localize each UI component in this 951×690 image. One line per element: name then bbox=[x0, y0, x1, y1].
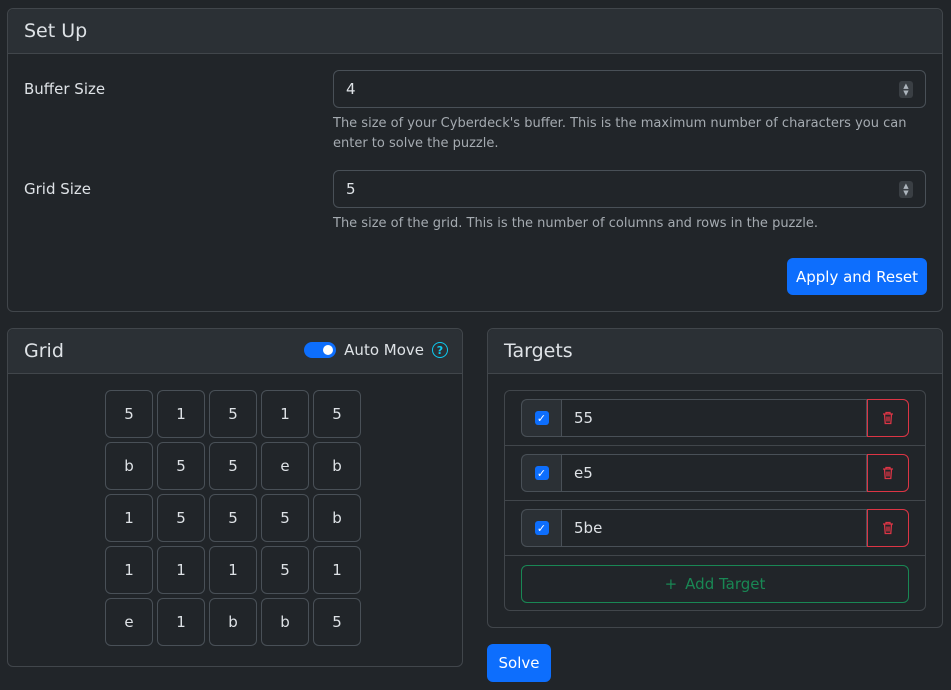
buffer-size-help: The size of your Cyberdeck's buffer. Thi… bbox=[333, 116, 907, 151]
target-enable-checkbox[interactable]: ✓ bbox=[521, 399, 561, 437]
target-input[interactable]: 55 bbox=[561, 399, 867, 437]
grid-cell[interactable]: b bbox=[313, 494, 361, 542]
grid-size-value: 5 bbox=[346, 180, 356, 198]
grid-size-stepper[interactable]: ▲ ▼ bbox=[899, 181, 913, 198]
grid-cell[interactable]: 5 bbox=[209, 390, 257, 438]
target-input[interactable]: 5be bbox=[561, 509, 867, 547]
grid-cell[interactable]: 5 bbox=[209, 442, 257, 490]
add-target-label: Add Target bbox=[685, 575, 766, 593]
target-input[interactable]: e5 bbox=[561, 454, 867, 492]
grid-cell[interactable]: 1 bbox=[209, 546, 257, 594]
grid-cell[interactable]: 1 bbox=[157, 390, 205, 438]
chevron-down-icon: ▼ bbox=[903, 88, 909, 97]
grid-cell[interactable]: 1 bbox=[261, 390, 309, 438]
setup-title: Set Up bbox=[8, 9, 942, 54]
grid-cell[interactable]: 5 bbox=[209, 494, 257, 542]
trash-icon bbox=[883, 466, 893, 480]
grid-cell[interactable]: 5 bbox=[261, 546, 309, 594]
grid-cell[interactable]: b bbox=[105, 442, 153, 490]
buffer-size-input[interactable]: 4 ▲ ▼ bbox=[333, 70, 926, 108]
auto-move-toggle[interactable] bbox=[304, 342, 337, 358]
buffer-size-value: 4 bbox=[346, 80, 356, 98]
target-row: ✓ 55 bbox=[505, 391, 925, 446]
delete-target-button[interactable] bbox=[867, 454, 909, 492]
grid-cell[interactable]: e bbox=[261, 442, 309, 490]
apply-reset-button[interactable]: Apply and Reset bbox=[787, 258, 927, 295]
checkmark-icon: ✓ bbox=[534, 521, 549, 535]
grid-cell[interactable]: 1 bbox=[157, 598, 205, 646]
delete-target-button[interactable] bbox=[867, 399, 909, 437]
targets-card: Targets ✓ 55 ✓ e5 ✓ 5be + Add Target bbox=[487, 328, 943, 628]
grid-cell[interactable]: 1 bbox=[105, 546, 153, 594]
target-enable-checkbox[interactable]: ✓ bbox=[521, 454, 561, 492]
grid-cell[interactable]: 1 bbox=[313, 546, 361, 594]
grid-cell[interactable]: 5 bbox=[313, 598, 361, 646]
chevron-down-icon: ▼ bbox=[903, 188, 909, 197]
auto-move-label[interactable]: Auto Move bbox=[344, 341, 424, 359]
grid-cell[interactable]: 5 bbox=[105, 390, 153, 438]
auto-move-control: Auto Move ? bbox=[304, 341, 448, 359]
target-row: ✓ e5 bbox=[505, 446, 925, 501]
grid-size-input[interactable]: 5 ▲ ▼ bbox=[333, 170, 926, 208]
grid-cell[interactable]: 5 bbox=[313, 390, 361, 438]
add-target-button[interactable]: + Add Target bbox=[521, 565, 909, 603]
buffer-size-stepper[interactable]: ▲ ▼ bbox=[899, 81, 913, 98]
trash-icon bbox=[883, 521, 893, 535]
puzzle-grid: 51515b55eb1555b11151e1bb5 bbox=[105, 390, 361, 646]
buffer-size-label: Buffer Size bbox=[24, 80, 106, 98]
grid-cell[interactable]: 1 bbox=[105, 494, 153, 542]
grid-cell[interactable]: 1 bbox=[157, 546, 205, 594]
delete-target-button[interactable] bbox=[867, 509, 909, 547]
checkmark-icon: ✓ bbox=[534, 411, 549, 425]
trash-icon bbox=[883, 411, 893, 425]
question-circle-icon[interactable]: ? bbox=[432, 342, 448, 358]
setup-card: Set Up Buffer Size 4 ▲ ▼ The size of you… bbox=[7, 8, 943, 312]
grid-cell[interactable]: 5 bbox=[261, 494, 309, 542]
grid-cell[interactable]: b bbox=[209, 598, 257, 646]
targets-list: ✓ 55 ✓ e5 ✓ 5be + Add Target bbox=[504, 390, 926, 611]
solve-button[interactable]: Solve bbox=[487, 644, 551, 682]
grid-size-label: Grid Size bbox=[24, 180, 92, 198]
grid-cell[interactable]: b bbox=[261, 598, 309, 646]
grid-size-help: The size of the grid. This is the number… bbox=[333, 216, 818, 231]
plus-icon: + bbox=[664, 575, 678, 593]
grid-cell[interactable]: 5 bbox=[157, 494, 205, 542]
grid-cell[interactable]: b bbox=[313, 442, 361, 490]
grid-cell[interactable]: 5 bbox=[157, 442, 205, 490]
grid-card: Grid Auto Move ? 51515b55eb1555b11151e1b… bbox=[7, 328, 463, 667]
target-row: ✓ 5be bbox=[505, 501, 925, 556]
checkmark-icon: ✓ bbox=[534, 466, 549, 480]
targets-title: Targets bbox=[488, 329, 942, 374]
target-enable-checkbox[interactable]: ✓ bbox=[521, 509, 561, 547]
grid-cell[interactable]: e bbox=[105, 598, 153, 646]
